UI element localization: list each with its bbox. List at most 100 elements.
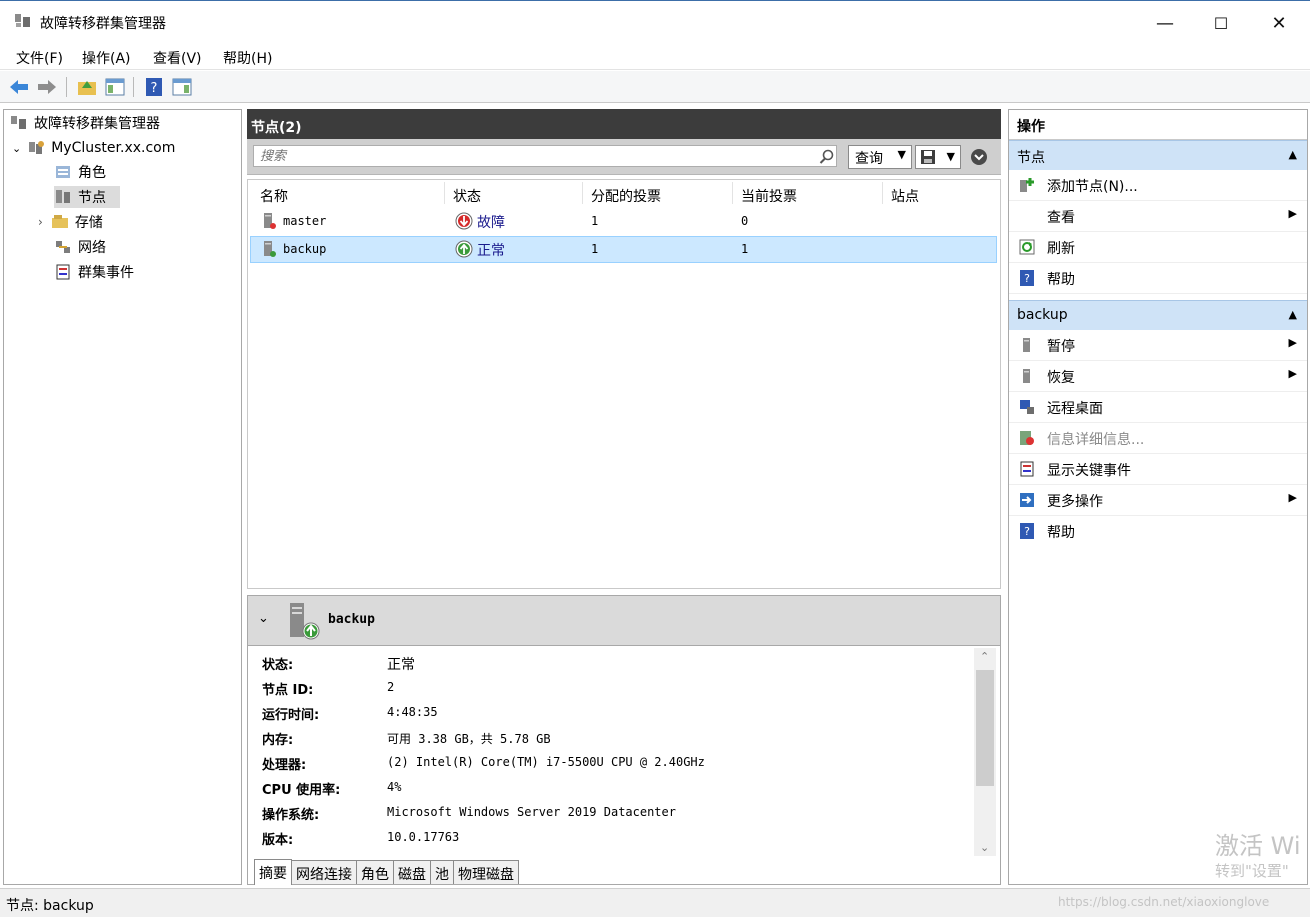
tree-item-label: 群集事件: [78, 265, 134, 281]
scroll-up-icon[interactable]: ⌃: [980, 650, 989, 663]
column-status[interactable]: 状态: [453, 186, 481, 206]
refresh-icon: [1019, 239, 1035, 255]
tree-item-label: 存储: [74, 215, 103, 231]
tree-item-storage[interactable]: › 存储: [38, 211, 103, 233]
column-name[interactable]: 名称: [260, 186, 288, 206]
submenu-arrow-icon: ▶: [1288, 207, 1297, 220]
toolbar-divider: [133, 77, 134, 97]
info-details-icon: [1020, 431, 1034, 445]
column-divider[interactable]: [582, 182, 583, 204]
tree-item-networks[interactable]: 网络: [54, 236, 106, 258]
table-row[interactable]: backup 正常 1 1: [250, 236, 997, 263]
menu-file[interactable]: 文件(F): [16, 48, 63, 68]
action-more-actions[interactable]: 更多操作 ▶: [1009, 485, 1307, 516]
action-label: 暂停: [1047, 339, 1075, 355]
action-remote-desktop[interactable]: 远程桌面: [1009, 392, 1307, 423]
column-current-votes[interactable]: 当前投票: [741, 186, 797, 206]
tab-roles[interactable]: 角色: [356, 860, 394, 884]
menu-bar: 文件(F) 操作(A) 查看(V) 帮助(H): [0, 44, 1310, 70]
remote-desktop-icon: [1020, 400, 1034, 414]
expand-circle-icon[interactable]: [970, 148, 988, 166]
prop-processor-label: 处理器:: [262, 758, 307, 773]
scroll-down-icon[interactable]: ⌄: [980, 841, 989, 854]
actions-section-nodes[interactable]: 节点 ▲: [1009, 140, 1307, 170]
action-label: 帮助: [1047, 272, 1075, 288]
minimize-button[interactable]: —: [1136, 1, 1194, 45]
tab-summary[interactable]: 摘要: [254, 859, 292, 885]
column-site[interactable]: 站点: [891, 186, 919, 206]
show-hide-action-pane-icon[interactable]: [171, 76, 193, 98]
save-query-button[interactable]: ▼: [915, 145, 961, 169]
details-header: ⌄ backup: [248, 596, 1000, 646]
actions-section-backup[interactable]: backup ▲: [1009, 300, 1307, 330]
details-title: backup: [328, 612, 375, 627]
vertical-scrollbar[interactable]: ⌃ ⌄: [974, 648, 996, 856]
prop-os-value: Microsoft Windows Server 2019 Datacenter: [387, 805, 676, 819]
tree-item-roles[interactable]: 角色: [54, 161, 106, 183]
cluster-manager-icon: [15, 14, 30, 27]
server-node-icon: [1023, 369, 1030, 383]
tree-root[interactable]: 故障转移群集管理器: [10, 112, 160, 134]
action-detail-info[interactable]: 信息详细信息...: [1009, 423, 1307, 454]
search-icon[interactable]: [819, 149, 835, 165]
node-name: master: [283, 214, 327, 228]
action-help-backup[interactable]: ? 帮助: [1009, 516, 1307, 547]
action-critical-events[interactable]: 显示关键事件: [1009, 454, 1307, 485]
current-votes: 1: [741, 242, 749, 256]
status-text: 故障: [477, 215, 505, 231]
menu-help[interactable]: 帮助(H): [223, 48, 272, 68]
up-folder-icon[interactable]: [76, 76, 98, 98]
action-pause[interactable]: 暂停 ▶: [1009, 330, 1307, 361]
scrollbar-thumb[interactable]: [976, 670, 994, 786]
action-label: 信息详细信息...: [1047, 432, 1145, 448]
prop-status-label: 状态:: [262, 658, 294, 673]
action-help[interactable]: ? 帮助: [1009, 263, 1307, 294]
collapse-up-icon[interactable]: ▲: [1289, 308, 1297, 321]
svg-text:?: ?: [1024, 272, 1030, 285]
tab-network-connections[interactable]: 网络连接: [291, 860, 357, 884]
collapse-chevron-icon[interactable]: ⌄: [258, 611, 269, 626]
help-icon[interactable]: ?: [143, 76, 165, 98]
navigation-tree: 故障转移群集管理器 ⌄ MyCluster.xx.com 角色 节点 › 存储 …: [3, 109, 242, 885]
help-icon: ?: [1020, 270, 1034, 286]
chevron-down-icon[interactable]: ⌄: [12, 142, 21, 155]
details-tabs: 摘要 网络连接 角色 磁盘 池 物理磁盘: [254, 859, 519, 885]
svg-text:?: ?: [151, 81, 158, 96]
tab-disks[interactable]: 磁盘: [393, 860, 431, 884]
show-hide-tree-icon[interactable]: [104, 76, 126, 98]
column-divider[interactable]: [882, 182, 883, 204]
menu-view[interactable]: 查看(V): [153, 48, 202, 68]
submenu-arrow-icon: ▶: [1288, 336, 1297, 349]
action-view[interactable]: 查看 ▶: [1009, 201, 1307, 232]
network-icon: [56, 241, 70, 253]
actions-pane: 操作 节点 ▲ 添加节点(N)... 查看 ▶ 刷新 ? 帮助 backup ▲…: [1008, 109, 1308, 885]
tree-item-nodes[interactable]: 节点: [54, 186, 120, 208]
column-divider[interactable]: [732, 182, 733, 204]
more-actions-icon: [1020, 493, 1034, 507]
column-divider[interactable]: [444, 182, 445, 204]
prop-version-value: 10.0.17763: [387, 830, 460, 844]
node-name: backup: [283, 242, 327, 256]
collapse-up-icon[interactable]: ▲: [1289, 148, 1297, 161]
action-add-node[interactable]: 添加节点(N)...: [1009, 170, 1307, 201]
tab-physical-disks[interactable]: 物理磁盘: [453, 860, 519, 884]
table-row[interactable]: master 故障 1 0: [250, 208, 997, 235]
tab-pools[interactable]: 池: [430, 860, 454, 884]
search-input[interactable]: [253, 145, 837, 167]
back-arrow-icon[interactable]: [8, 76, 30, 98]
forward-arrow-icon[interactable]: [36, 76, 58, 98]
chevron-right-icon[interactable]: ›: [38, 215, 43, 229]
action-refresh[interactable]: 刷新: [1009, 232, 1307, 263]
close-button[interactable]: ✕: [1250, 1, 1308, 45]
column-assigned-votes[interactable]: 分配的投票: [591, 186, 661, 206]
action-resume[interactable]: 恢复 ▶: [1009, 361, 1307, 392]
title-bar: 故障转移群集管理器 — ☐ ✕: [0, 0, 1310, 44]
menu-action[interactable]: 操作(A): [82, 48, 131, 68]
maximize-button[interactable]: ☐: [1192, 1, 1250, 45]
activation-watermark-title: 激活 Wi: [1215, 832, 1301, 860]
tree-item-cluster-events[interactable]: 群集事件: [54, 261, 134, 283]
tree-cluster[interactable]: ⌄ MyCluster.xx.com: [12, 137, 175, 159]
tree-item-label: 节点: [78, 190, 106, 206]
nodes-icon: [56, 190, 70, 203]
query-button[interactable]: 查询 ▼: [848, 145, 912, 169]
